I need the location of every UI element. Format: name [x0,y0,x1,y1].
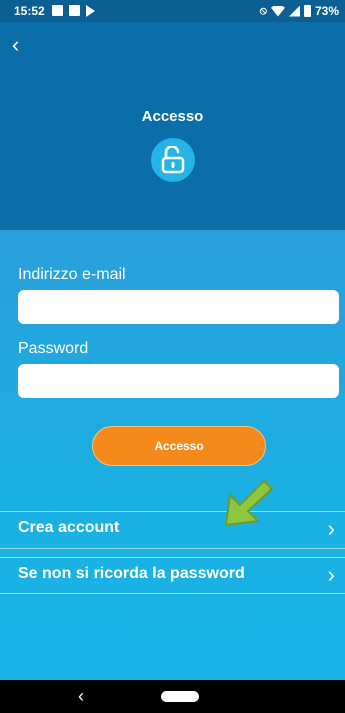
phone-notification-icon [69,5,80,16]
menu-divider [0,593,345,594]
header: ‹ Accesso [0,22,345,230]
forgot-password-label: Se non si ricorda la password [18,565,245,582]
password-label: Password [18,340,89,357]
unlock-icon [151,138,195,182]
image-notification-icon [52,5,63,16]
status-time: 15:52 [14,4,45,18]
play-store-icon [86,5,95,17]
email-field[interactable] [18,290,339,324]
forgot-password-item[interactable]: Se non si ricorda la password › [0,557,345,591]
create-account-item[interactable]: Crea account › [0,511,345,545]
back-chevron-icon[interactable]: ‹ [12,34,19,56]
email-label: Indirizzo e-mail [18,266,126,283]
nav-back-icon[interactable]: ‹ [78,686,84,707]
chevron-right-icon: › [327,562,335,587]
nav-home-pill[interactable] [161,691,199,702]
battery-icon [303,5,311,17]
system-nav-bar: ‹ [0,680,345,713]
create-account-label: Crea account [18,519,120,536]
status-bar: 15:52 ⦸ 73% [0,0,345,22]
signal-icon [288,5,300,17]
notification-icons [52,5,95,17]
system-icons: ⦸ 73% [260,4,339,18]
wifi-icon [270,5,285,17]
login-form: Indirizzo e-mail Password Accesso [0,230,345,680]
page-title: Accesso [141,108,204,125]
login-button[interactable]: Accesso [92,426,266,466]
chevron-right-icon: › [327,516,335,541]
menu-divider [0,548,345,549]
hint-arrow-icon [224,479,274,527]
mute-icon: ⦸ [259,4,267,17]
password-field[interactable] [18,364,339,398]
battery-percent: 73% [314,4,339,18]
